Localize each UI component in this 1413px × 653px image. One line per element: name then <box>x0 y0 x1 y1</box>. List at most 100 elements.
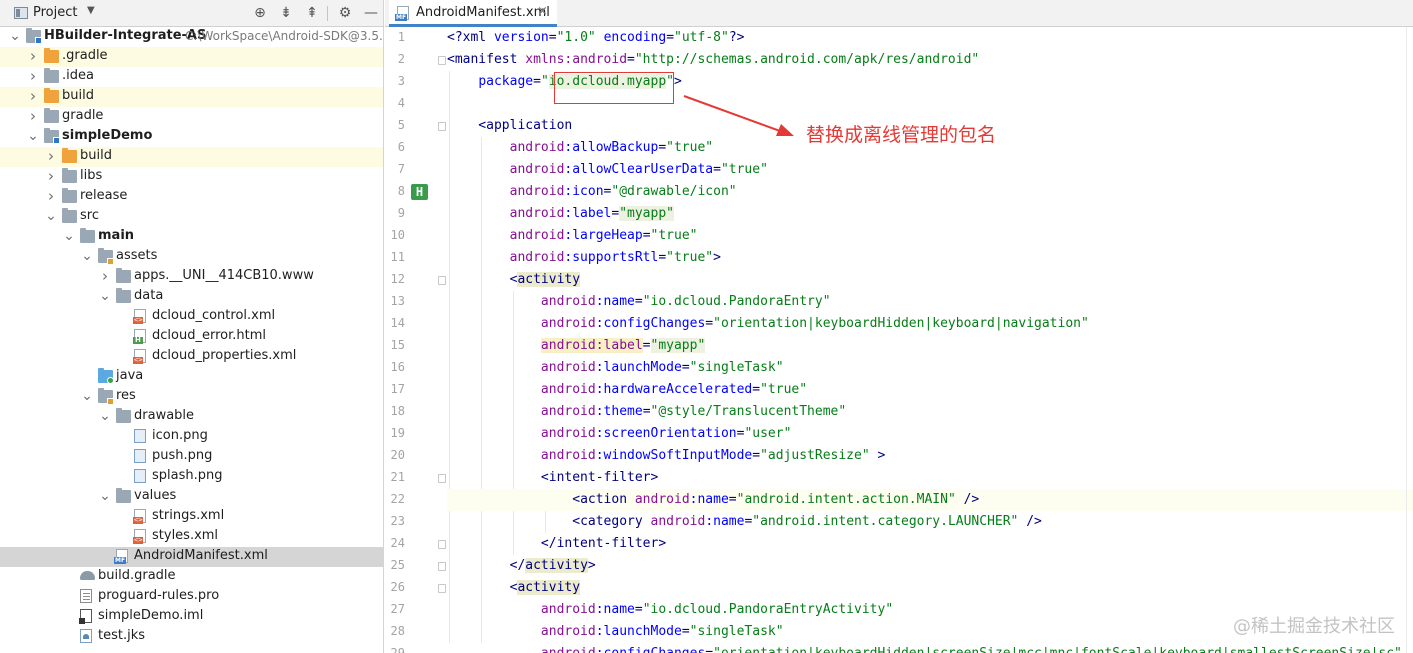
tree-item[interactable]: ⌄ HBuilder-Integrate-AS C:\WorkSpace\Andro… <box>0 27 383 47</box>
code-token: :launchMode <box>595 624 682 639</box>
tree-item[interactable]: › release <box>0 187 383 207</box>
code-token: application <box>486 118 573 133</box>
tree-item[interactable]: test.jks <box>0 627 383 647</box>
code-token: "true" <box>760 382 808 397</box>
right-margin-guide <box>1406 27 1407 653</box>
tree-item[interactable]: ⌄ simpleDemo <box>0 127 383 147</box>
tree-item[interactable]: ⌄ src <box>0 207 383 227</box>
line-number: 17 <box>390 382 405 396</box>
chevron-right-icon[interactable]: › <box>45 149 57 164</box>
fold-marker-icon[interactable] <box>438 474 446 483</box>
folder-icon <box>116 268 131 283</box>
tree-item-label: res <box>116 388 136 403</box>
gear-icon[interactable]: ⚙ <box>335 3 355 23</box>
code-line: <manifest xmlns:android="http://schemas.… <box>447 49 1413 71</box>
crosshair-icon[interactable]: ⊕ <box>250 3 270 23</box>
chevron-right-icon[interactable]: › <box>27 49 39 64</box>
chevron-down-icon[interactable]: ⌄ <box>99 489 111 503</box>
tree-item[interactable]: java <box>0 367 383 387</box>
hbuilder-gutter-icon[interactable]: H <box>411 184 428 200</box>
chevron-right-icon[interactable]: › <box>27 109 39 124</box>
tree-item[interactable]: ⌄ main <box>0 227 383 247</box>
tree-item[interactable]: › build <box>0 87 383 107</box>
tree-item[interactable]: splash.png <box>0 467 383 487</box>
tree-item[interactable]: dcloud_properties.xml <box>0 347 383 367</box>
tree-item[interactable]: › gradle <box>0 107 383 127</box>
tree-item[interactable]: › .gradle <box>0 47 383 67</box>
tree-item[interactable]: › build <box>0 147 383 167</box>
fold-marker-icon[interactable] <box>438 276 446 285</box>
chevron-down-icon[interactable]: ⌄ <box>63 229 75 243</box>
code-line: android:name="io.dcloud.PandoraEntry" <box>447 291 1413 313</box>
tree-item[interactable]: ⌄ drawable <box>0 407 383 427</box>
fold-marker-icon[interactable] <box>438 562 446 571</box>
code-token: < <box>447 118 487 133</box>
tree-item[interactable]: ⌄ data <box>0 287 383 307</box>
tree-item-label: release <box>80 188 128 203</box>
tree-item[interactable]: AndroidManifest.xml <box>0 547 383 567</box>
tree-item[interactable]: ⌄ assets <box>0 247 383 267</box>
tree-item[interactable]: push.png <box>0 447 383 467</box>
code-editor[interactable]: AndroidManifest.xml × 12345678H910111213… <box>385 0 1413 653</box>
tree-item[interactable]: ⌄ res <box>0 387 383 407</box>
tree-item[interactable]: icon.png <box>0 427 383 447</box>
chevron-right-icon[interactable]: › <box>45 189 57 204</box>
folder-icon <box>116 408 131 423</box>
chevron-down-icon[interactable]: ⌄ <box>99 409 111 423</box>
minimize-icon[interactable]: — <box>361 3 381 23</box>
fold-marker-icon[interactable] <box>438 122 446 131</box>
tree-item[interactable]: › libs <box>0 167 383 187</box>
line-number: 15 <box>390 338 405 352</box>
tree-item[interactable]: › apps.__UNI__414CB10.www <box>0 267 383 287</box>
chevron-right-icon[interactable]: › <box>27 89 39 104</box>
line-number: 21 <box>390 470 405 484</box>
tree-item-label: test.jks <box>98 628 146 643</box>
chevron-down-icon[interactable]: ⌄ <box>81 389 93 403</box>
code-token: activity <box>525 558 588 573</box>
tree-item[interactable]: › .idea <box>0 67 383 87</box>
code-token: "true" <box>650 228 698 243</box>
line-number: 22 <box>390 492 405 506</box>
tree-item[interactable]: simpleDemo.iml <box>0 607 383 627</box>
line-number: 26 <box>390 580 405 594</box>
excluded-folder-icon <box>44 48 59 63</box>
tree-item[interactable]: dcloud_control.xml <box>0 307 383 327</box>
close-icon[interactable]: × <box>537 4 548 19</box>
line-number: 8 <box>397 184 405 198</box>
chevron-right-icon[interactable]: › <box>27 69 39 84</box>
chevron-down-icon[interactable]: ⌄ <box>27 129 39 143</box>
code-token: :allowClearUserData <box>564 162 714 177</box>
chevron-right-icon[interactable]: › <box>99 269 111 284</box>
fold-marker-icon[interactable] <box>438 540 446 549</box>
code-token: :name <box>595 294 635 309</box>
chevron-down-icon[interactable]: ⌄ <box>99 289 111 303</box>
html-file-icon <box>133 329 146 344</box>
fold-marker-icon[interactable] <box>438 584 446 593</box>
collapse-all-icon[interactable]: ⇟ <box>276 3 296 23</box>
expand-all-icon[interactable]: ⇞ <box>302 3 322 23</box>
tree-item[interactable]: build.gradle <box>0 567 383 587</box>
tree-item[interactable]: proguard-rules.pro <box>0 587 383 607</box>
xml-file-icon <box>133 509 146 524</box>
editor-tab-androidmanifest[interactable]: AndroidManifest.xml × <box>389 0 557 27</box>
project-view-title[interactable]: Project <box>33 5 77 20</box>
code-token: = <box>681 360 690 375</box>
chevron-down-icon[interactable]: ⌄ <box>81 249 93 263</box>
image-file-icon <box>134 449 146 463</box>
tree-item[interactable]: strings.xml <box>0 507 383 527</box>
tree-item[interactable]: styles.xml <box>0 527 383 547</box>
tree-item[interactable]: ⌄ values <box>0 487 383 507</box>
tree-item[interactable]: dcloud_error.html <box>0 327 383 347</box>
tree-item-label: assets <box>116 248 158 263</box>
chevron-down-icon[interactable]: ▼ <box>87 5 95 16</box>
code-token: < <box>447 514 581 529</box>
chevron-down-icon[interactable]: ⌄ <box>9 29 21 43</box>
code-token: > <box>587 558 596 573</box>
project-toolbar: Project ▼ ⊕ ⇟ ⇞ ⚙ — <box>0 0 383 27</box>
folder-icon <box>44 108 59 123</box>
tree-item-label: strings.xml <box>152 508 225 523</box>
code-token: < <box>447 580 518 595</box>
chevron-down-icon[interactable]: ⌄ <box>45 209 57 223</box>
fold-marker-icon[interactable] <box>438 56 446 65</box>
chevron-right-icon[interactable]: › <box>45 169 57 184</box>
